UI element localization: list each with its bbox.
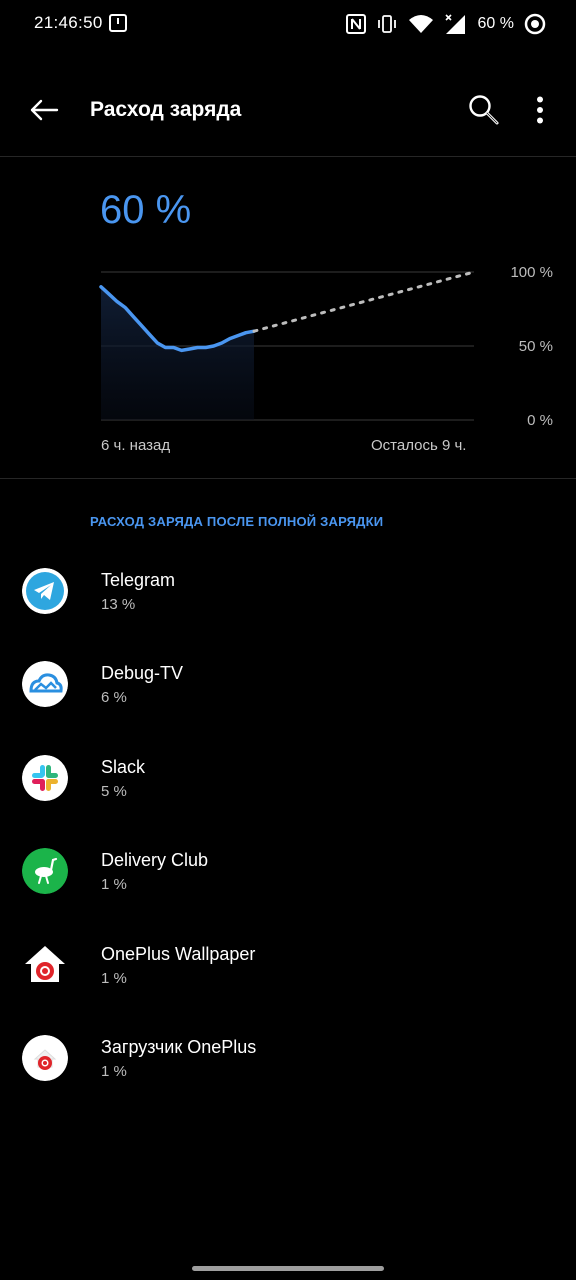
app-usage: 13 % [101,596,136,613]
more-vert-icon [537,96,543,124]
back-arrow-icon [30,99,59,121]
app-usage: 1 % [101,969,127,987]
chart-prediction-line [252,270,476,333]
delivery-club-icon [22,848,68,895]
chart-y-tick-label: 50 % [519,338,553,355]
signal-icon [444,14,465,34]
status-icons: 60 % [336,12,546,36]
battery-icon [524,13,546,35]
list-item[interactable]: Telegram 13 % [0,544,576,637]
search-icon [469,95,499,125]
list-item[interactable]: Debug-TV 6 % [0,637,576,730]
list-item[interactable]: Slack 5 % [0,731,576,824]
chart-y-tick-label: 100 % [510,264,553,281]
app-name: Загрузчик OnePlus [101,1036,257,1057]
app-name: Telegram [101,570,176,590]
list-item[interactable]: Delivery Club 1 % [0,824,576,917]
wifi-icon [408,15,433,33]
more-options-button[interactable] [518,86,562,134]
telegram-icon [22,568,68,614]
back-button[interactable] [22,88,66,132]
slack-icon [22,754,68,801]
app-usage: 5 % [101,782,127,800]
nfc-icon [345,14,366,34]
status-time: 21:46:50 [34,13,103,32]
divider [0,478,576,479]
app-usage: 6 % [101,689,127,707]
vibrate-icon [377,15,396,33]
search-button[interactable] [460,86,508,134]
chart-y-tick-label: 0 % [527,412,553,429]
status-battery-percent: 60 % [477,15,514,32]
oneplus-wallpaper-icon [22,942,68,988]
app-usage: 1 % [101,876,127,894]
notification-icon [109,14,127,32]
battery-chart: 100 % 50 % 0 % [99,264,553,429]
app-name: Debug-TV [101,663,184,684]
app-bar: Расход заряда [0,72,576,148]
chart-x-end-label: Осталось 9 ч. [371,437,467,454]
app-name: Slack [101,756,146,777]
app-name: Delivery Club [101,850,209,871]
status-bar: 21:46:50 60 % [0,0,576,48]
navigation-handle[interactable] [192,1266,384,1271]
debug-tv-icon [22,661,68,708]
app-usage-list: Telegram 13 % Debug-TV 6 % Slack 5 % Del… [0,544,576,1104]
list-item[interactable]: OnePlus Wallpaper 1 % [0,918,576,1011]
chart-x-start-label: 6 ч. назад [101,437,171,454]
app-usage: 1 % [101,1062,127,1080]
divider [0,156,576,157]
oneplus-loader-icon [22,1034,68,1081]
list-item[interactable]: Загрузчик OnePlus 1 % [0,1011,576,1104]
section-header: РАСХОД ЗАРЯДА ПОСЛЕ ПОЛНОЙ ЗАРЯДКИ [90,514,384,529]
battery-level: 60 % [100,188,192,232]
app-name: OnePlus Wallpaper [101,943,256,964]
page-title: Расход заряда [90,98,242,121]
